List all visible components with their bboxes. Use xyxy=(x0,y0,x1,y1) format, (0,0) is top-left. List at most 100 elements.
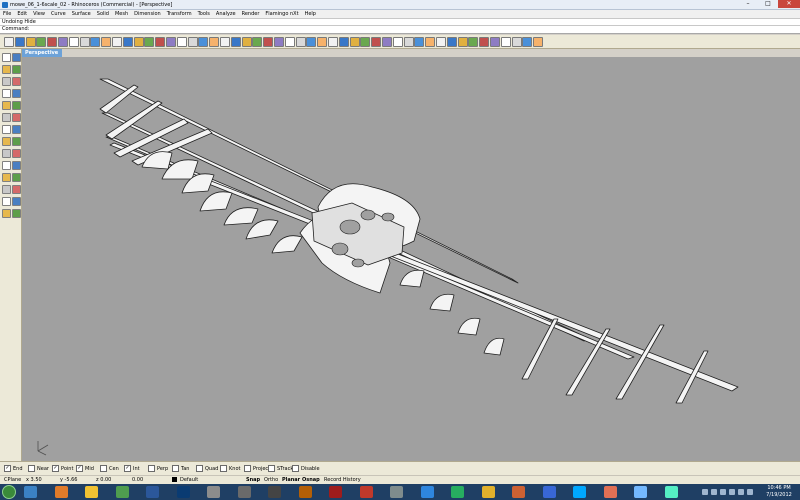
vlc-icon[interactable] xyxy=(603,486,617,498)
viewport-layout-icon[interactable] xyxy=(187,37,198,47)
snap-icon[interactable] xyxy=(360,37,371,47)
skype-icon[interactable] xyxy=(573,486,586,498)
viewer-icon[interactable] xyxy=(634,486,647,498)
split-icon[interactable] xyxy=(2,173,11,182)
select-icon[interactable] xyxy=(176,37,187,47)
paste-icon[interactable] xyxy=(79,37,90,47)
osnap-checkbox[interactable]: ✓ xyxy=(52,465,59,472)
osnap-point[interactable]: ✓ Point xyxy=(52,465,73,473)
render-icon[interactable] xyxy=(241,37,252,47)
menu-tools[interactable]: Tools xyxy=(195,10,213,18)
box-icon[interactable] xyxy=(2,125,11,134)
text-icon[interactable] xyxy=(12,101,21,110)
word-icon[interactable] xyxy=(146,486,159,498)
illustrator-icon[interactable] xyxy=(298,486,312,498)
osnap-checkbox[interactable]: ✓ xyxy=(4,465,11,472)
polygon-icon[interactable] xyxy=(2,101,11,110)
sphere-icon[interactable] xyxy=(511,37,522,47)
point-icon[interactable] xyxy=(12,53,21,62)
maximize-button[interactable]: □ xyxy=(758,0,778,8)
zoom-icon[interactable] xyxy=(133,37,144,47)
model-canvas[interactable] xyxy=(22,57,800,461)
points-off-icon[interactable] xyxy=(338,37,349,47)
print-icon[interactable] xyxy=(36,37,47,47)
dim-icon[interactable] xyxy=(12,197,21,206)
curve-tool-icon[interactable] xyxy=(446,37,457,47)
osnap-checkbox[interactable] xyxy=(268,465,275,472)
mirror-icon[interactable] xyxy=(2,161,11,170)
save-icon[interactable] xyxy=(25,37,36,47)
fillet-icon[interactable] xyxy=(12,137,21,146)
transform-icon[interactable] xyxy=(479,37,490,47)
options-icon[interactable] xyxy=(392,37,403,47)
layer-icon[interactable] xyxy=(220,37,230,47)
app-icon[interactable] xyxy=(207,486,220,498)
menu-view[interactable]: View xyxy=(30,10,48,18)
osnap-checkbox[interactable] xyxy=(220,465,227,472)
unity-icon[interactable] xyxy=(268,486,281,498)
zoom-extents-icon[interactable] xyxy=(155,37,166,47)
rectangle-icon[interactable] xyxy=(12,89,21,98)
group-icon[interactable] xyxy=(371,37,382,47)
box-icon[interactable] xyxy=(500,37,511,47)
menu-help[interactable]: Help xyxy=(302,10,319,18)
osnap-checkbox[interactable] xyxy=(244,465,251,472)
analyze-icon[interactable] xyxy=(349,37,360,47)
array-icon[interactable] xyxy=(490,37,500,47)
points-on-icon[interactable] xyxy=(328,37,338,47)
osnap-checkbox[interactable]: ✓ xyxy=(76,465,83,472)
solid-tool-icon[interactable] xyxy=(468,37,479,47)
block-icon[interactable] xyxy=(382,37,392,47)
system-clock[interactable]: 10:46 PM 7/19/2012 xyxy=(760,485,798,499)
calc-icon[interactable] xyxy=(542,486,556,498)
ellipse-icon[interactable] xyxy=(2,89,11,98)
import-icon[interactable] xyxy=(47,37,58,47)
osnap-knot[interactable]: Knot xyxy=(220,465,240,473)
grid-icon[interactable] xyxy=(198,37,209,47)
rendered-icon[interactable] xyxy=(274,37,284,47)
boolean-icon[interactable] xyxy=(2,137,11,146)
osnap-tan[interactable]: Tan xyxy=(172,465,189,473)
sun-icon[interactable] xyxy=(295,37,306,47)
menu-transform[interactable]: Transform xyxy=(164,10,195,18)
close-button[interactable]: ✕ xyxy=(778,0,800,8)
new-icon[interactable] xyxy=(4,37,14,47)
select-arrow-icon[interactable] xyxy=(2,53,11,62)
osnap-cen[interactable]: Cen xyxy=(100,465,119,473)
explorer-icon[interactable] xyxy=(85,486,98,498)
analyze-icon[interactable] xyxy=(2,197,11,206)
trim-icon[interactable] xyxy=(12,173,21,182)
menu-solid[interactable]: Solid xyxy=(94,10,112,18)
chrome-icon[interactable] xyxy=(420,486,434,498)
scale-icon[interactable] xyxy=(12,149,21,158)
perspective-viewport[interactable] xyxy=(22,57,800,461)
extrude-icon[interactable] xyxy=(12,113,21,122)
dim-icon[interactable] xyxy=(436,37,446,47)
help-icon[interactable] xyxy=(403,37,414,47)
menu-flamingo[interactable]: Flamingo nXt xyxy=(262,10,301,18)
move-icon[interactable] xyxy=(2,149,11,158)
firefox-icon[interactable] xyxy=(54,486,68,498)
osnap-checkbox[interactable] xyxy=(148,465,155,472)
osnap-checkbox[interactable] xyxy=(196,465,203,472)
osnap-near[interactable]: Near xyxy=(28,465,49,473)
osnap-project[interactable]: Project xyxy=(244,465,270,473)
join-icon[interactable] xyxy=(2,185,11,194)
circle-icon[interactable] xyxy=(2,77,11,86)
layer-state-icon[interactable] xyxy=(522,37,533,47)
menu-dimension[interactable]: Dimension xyxy=(131,10,164,18)
camera-icon[interactable] xyxy=(306,37,317,47)
lights-icon[interactable] xyxy=(230,37,241,47)
render-icon[interactable] xyxy=(2,209,11,218)
copy-icon[interactable] xyxy=(68,37,79,47)
sphere-icon[interactable] xyxy=(12,125,21,134)
zbrush-icon[interactable] xyxy=(237,486,251,498)
tray-icon[interactable] xyxy=(720,489,726,495)
curve-icon[interactable] xyxy=(12,65,21,74)
tray-icon[interactable] xyxy=(738,489,744,495)
osnap-int[interactable]: ✓ Int xyxy=(124,465,140,473)
folder-icon[interactable] xyxy=(481,486,495,498)
menu-mesh[interactable]: Mesh xyxy=(112,10,131,18)
network-icon[interactable] xyxy=(451,486,464,498)
history-icon[interactable] xyxy=(414,37,425,47)
